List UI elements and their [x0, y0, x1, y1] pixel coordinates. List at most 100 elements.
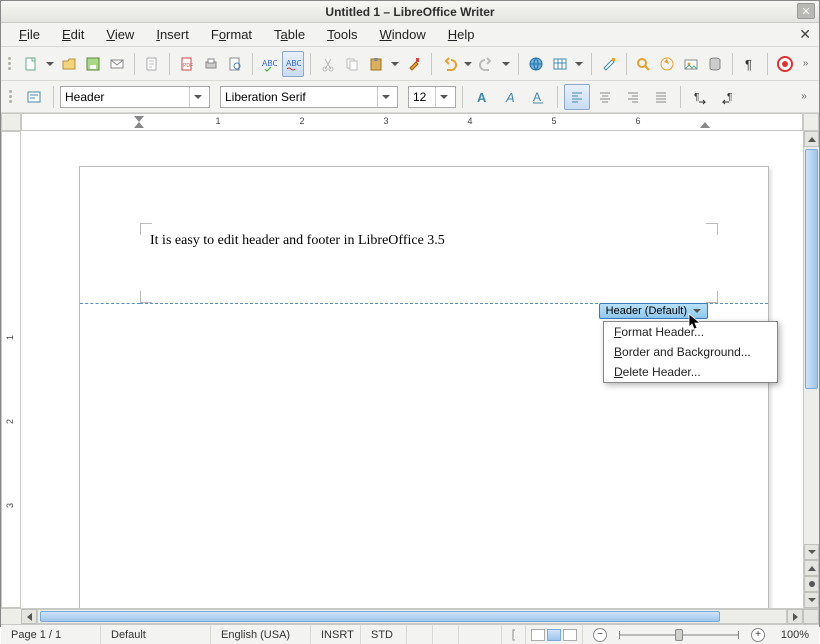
undo-button[interactable] [438, 51, 460, 77]
prev-page-button[interactable] [804, 560, 819, 576]
horizontal-ruler[interactable]: 1 2 3 4 5 6 [21, 113, 803, 131]
popup-format-header[interactable]: Format Header... [604, 322, 777, 342]
status-page[interactable]: Page 1 / 1 [1, 625, 101, 644]
gallery-button[interactable] [680, 51, 702, 77]
font-name-combo[interactable]: Liberation Serif [220, 86, 398, 108]
status-selection-mode[interactable]: STD [361, 625, 407, 644]
ltr-button[interactable]: ¶ [687, 84, 713, 110]
paste-dropdown[interactable] [389, 51, 401, 77]
scroll-track[interactable] [804, 147, 819, 544]
print-button[interactable] [200, 51, 222, 77]
table-dropdown[interactable] [573, 51, 585, 77]
chevron-down-icon[interactable] [435, 87, 451, 107]
document-canvas[interactable]: It is easy to edit header and footer in … [21, 131, 803, 608]
bold-button[interactable]: A [469, 84, 495, 110]
next-page-button[interactable] [804, 592, 819, 608]
align-left-button[interactable] [564, 84, 590, 110]
menu-edit[interactable]: Edit [52, 24, 94, 45]
table-button[interactable] [549, 51, 571, 77]
spellcheck-button[interactable]: ABC [258, 51, 280, 77]
new-button[interactable] [20, 51, 42, 77]
open-button[interactable] [58, 51, 80, 77]
status-page-style[interactable]: Default [101, 625, 211, 644]
zoom-in-button[interactable]: + [751, 628, 765, 642]
toolbar-grip-icon[interactable] [7, 52, 12, 76]
indent-marker-right-icon[interactable] [700, 116, 710, 130]
menu-format[interactable]: Format [201, 24, 262, 45]
popup-delete-header[interactable]: Delete Header... [604, 362, 777, 382]
copy-button[interactable] [341, 51, 363, 77]
undo-dropdown[interactable] [462, 51, 474, 77]
toolbar-overflow-button[interactable]: » [795, 91, 813, 102]
navigation-button[interactable] [804, 576, 819, 592]
status-language[interactable]: English (USA) [211, 625, 311, 644]
align-justify-button[interactable] [648, 84, 674, 110]
chevron-down-icon[interactable] [691, 305, 703, 317]
hyperlink-button[interactable] [525, 51, 547, 77]
zoom-out-button[interactable]: − [593, 628, 607, 642]
status-signature-icon[interactable] [433, 625, 459, 644]
scroll-down-button[interactable] [804, 544, 819, 560]
indent-marker-first-icon[interactable] [134, 116, 144, 130]
paragraph-style-combo[interactable]: Header [60, 86, 210, 108]
format-paintbrush-button[interactable] [403, 51, 425, 77]
menu-window[interactable]: Window [370, 24, 436, 45]
new-dropdown[interactable] [44, 51, 56, 77]
edit-file-button[interactable] [141, 51, 163, 77]
email-button[interactable] [106, 51, 128, 77]
autospellcheck-button[interactable]: ABC [282, 51, 304, 77]
single-page-icon[interactable] [531, 629, 545, 641]
show-draw-functions-button[interactable] [598, 51, 620, 77]
align-center-button[interactable] [592, 84, 618, 110]
find-replace-button[interactable] [632, 51, 654, 77]
data-sources-button[interactable] [704, 51, 726, 77]
window-close-button[interactable]: ✕ [797, 3, 815, 19]
header-text[interactable]: It is easy to edit header and footer in … [150, 233, 445, 249]
cut-button[interactable] [317, 51, 339, 77]
zoom-slider[interactable] [619, 632, 739, 638]
document-close-button[interactable]: ✕ [799, 26, 811, 43]
menu-help[interactable]: Help [438, 24, 485, 45]
align-right-button[interactable] [620, 84, 646, 110]
print-preview-button[interactable] [224, 51, 246, 77]
menu-tools[interactable]: Tools [317, 24, 367, 45]
scroll-thumb[interactable] [805, 149, 818, 389]
save-button[interactable] [82, 51, 104, 77]
vertical-ruler[interactable]: 1 2 3 [1, 131, 21, 608]
toolbar-grip-icon[interactable] [7, 85, 13, 109]
chevron-down-icon[interactable] [377, 87, 393, 107]
popup-border-background[interactable]: Border and Background... [604, 342, 777, 362]
vertical-scrollbar[interactable] [803, 131, 819, 608]
status-view-layout[interactable] [526, 625, 583, 644]
status-insert-mode[interactable]: INSRT [311, 625, 361, 644]
scroll-up-button[interactable] [804, 131, 819, 147]
redo-dropdown[interactable] [500, 51, 512, 77]
chevron-down-icon[interactable] [189, 87, 205, 107]
scroll-thumb[interactable] [40, 611, 720, 622]
book-view-icon[interactable] [563, 629, 577, 641]
zoom-percent[interactable]: 100% [769, 629, 809, 641]
navigator-button[interactable] [656, 51, 678, 77]
scroll-right-button[interactable] [787, 609, 803, 624]
export-pdf-button[interactable]: PDF [176, 51, 198, 77]
font-size-combo[interactable]: 12 [408, 86, 456, 108]
toolbar-overflow-button[interactable]: » [798, 58, 813, 69]
header-tag-button[interactable]: Header (Default) [599, 303, 708, 319]
menu-view[interactable]: View [96, 24, 144, 45]
scroll-track[interactable] [37, 609, 787, 624]
paste-button[interactable] [365, 51, 387, 77]
rtl-button[interactable]: ¶ [715, 84, 741, 110]
status-outline-icon[interactable] [502, 625, 526, 644]
underline-button[interactable]: A [525, 84, 551, 110]
menu-table[interactable]: Table [264, 24, 315, 45]
menu-file[interactable]: File [9, 24, 50, 45]
menu-insert[interactable]: Insert [146, 24, 199, 45]
redo-button[interactable] [476, 51, 498, 77]
multi-page-icon[interactable] [547, 629, 561, 641]
zoom-slider-knob[interactable] [675, 629, 683, 641]
scroll-left-button[interactable] [21, 609, 37, 624]
nonprinting-chars-button[interactable]: ¶ [739, 51, 761, 77]
help-button[interactable] [774, 51, 796, 77]
status-modified-icon[interactable] [407, 625, 433, 644]
italic-button[interactable]: A [497, 84, 523, 110]
